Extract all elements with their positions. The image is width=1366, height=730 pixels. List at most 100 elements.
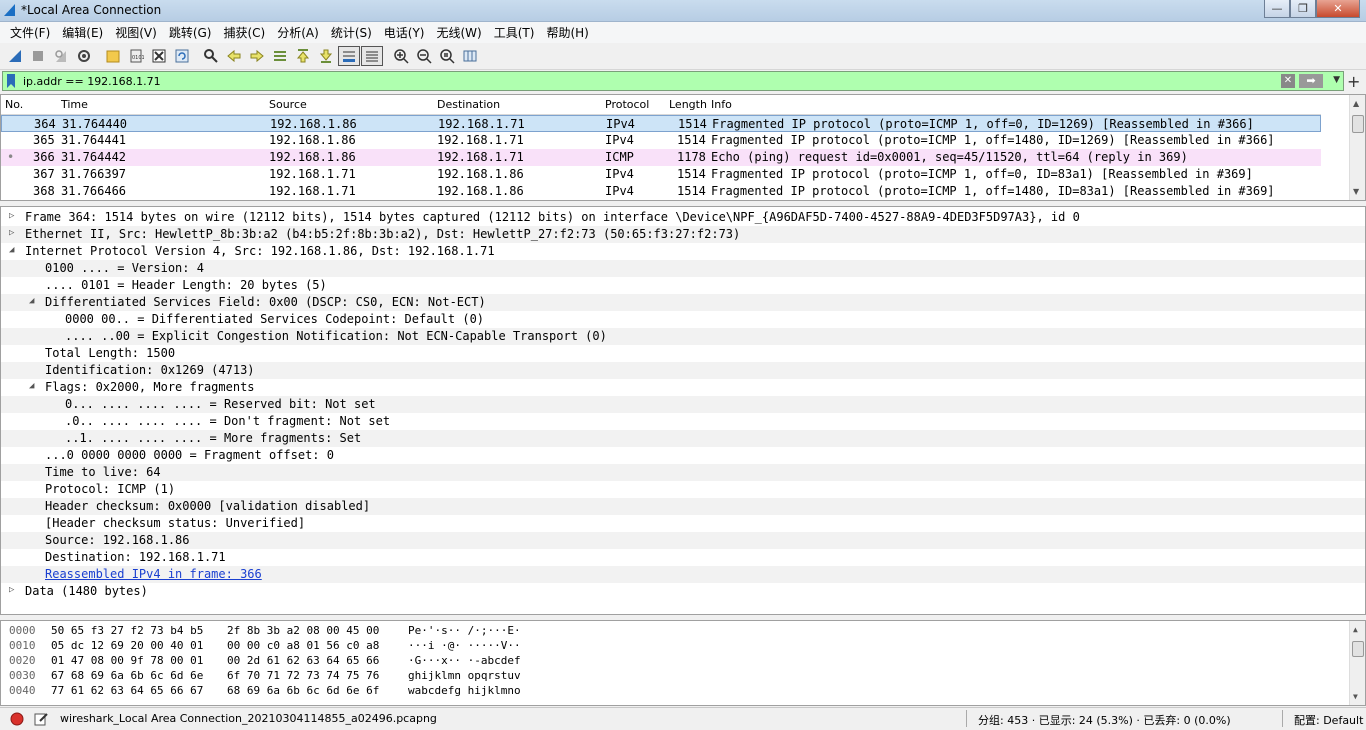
start-capture-icon[interactable] [4, 45, 26, 67]
detail-tree-item[interactable]: .... ..00 = Explicit Congestion Notifica… [1, 328, 1365, 345]
filter-bookmark-icon[interactable] [6, 74, 16, 88]
go-forward-icon[interactable] [246, 45, 268, 67]
scroll-up-icon[interactable]: ▲ [1353, 99, 1359, 108]
packet-row[interactable]: • 366 31.764442 192.168.1.86 192.168.1.7… [1, 149, 1321, 166]
zoom-in-icon[interactable] [390, 45, 412, 67]
reassembled-frame-link[interactable]: Reassembled IPv4 in frame: 366 [1, 566, 1365, 583]
hex-bytes: 00 2d 61 62 63 64 65 66 [227, 654, 380, 667]
menu-tools[interactable]: 工具(T) [488, 24, 541, 41]
resize-columns-icon[interactable] [459, 45, 481, 67]
add-filter-button[interactable]: + [1347, 72, 1360, 91]
go-last-icon[interactable] [315, 45, 337, 67]
filter-history-dropdown[interactable]: ▼ [1333, 75, 1340, 85]
close-file-icon[interactable] [148, 45, 170, 67]
zoom-normal-icon[interactable] [436, 45, 458, 67]
detail-tree-item[interactable]: .0.. .... .... .... = Don't fragment: No… [1, 413, 1365, 430]
zoom-out-icon[interactable] [413, 45, 435, 67]
detail-tree-item[interactable]: .... 0101 = Header Length: 20 bytes (5) [1, 277, 1365, 294]
hex-ascii: ghijklmn opqrstuv [408, 669, 521, 682]
scroll-up-icon[interactable]: ▲ [1353, 625, 1358, 634]
auto-scroll-icon[interactable] [338, 46, 360, 66]
display-filter-input[interactable] [23, 73, 1273, 89]
menu-view[interactable]: 视图(V) [109, 24, 163, 41]
apply-filter-button[interactable]: ➡ [1299, 74, 1323, 88]
menu-telephony[interactable]: 电话(Y) [378, 24, 431, 41]
window-title: *Local Area Connection [21, 3, 162, 17]
detail-tree-item[interactable]: ◢ Flags: 0x2000, More fragments [1, 379, 1365, 396]
column-no[interactable]: No. [5, 98, 23, 111]
packet-bytes-pane: 0000 50 65 f3 27 f2 73 b4 b5 2f 8b 3b a2… [0, 620, 1366, 706]
detail-tree-item[interactable]: Destination: 192.168.1.71 [1, 549, 1365, 566]
detail-tree-item[interactable]: ...0 0000 0000 0000 = Fragment offset: 0 [1, 447, 1365, 464]
stop-capture-icon[interactable] [27, 45, 49, 67]
save-file-icon[interactable]: 0101 [125, 45, 147, 67]
find-packet-icon[interactable] [200, 45, 222, 67]
expert-info-icon[interactable] [10, 712, 24, 726]
menu-analyze[interactable]: 分析(A) [271, 24, 325, 41]
packet-list-scrollbar[interactable]: ▲ ▼ [1349, 95, 1365, 200]
bytes-pane-scrollbar[interactable]: ▲ ▼ [1349, 621, 1365, 705]
go-first-icon[interactable] [292, 45, 314, 67]
menu-statistics[interactable]: 统计(S) [325, 24, 378, 41]
column-info[interactable]: Info [711, 98, 732, 111]
capture-options-icon[interactable] [73, 45, 95, 67]
detail-tree-item[interactable]: Protocol: ICMP (1) [1, 481, 1365, 498]
maximize-button[interactable]: ❐ [1290, 0, 1316, 18]
detail-tree-item[interactable]: Total Length: 1500 [1, 345, 1365, 362]
menu-file[interactable]: 文件(F) [4, 24, 56, 41]
column-time[interactable]: Time [61, 98, 88, 111]
detail-tree-item[interactable]: Header checksum: 0x0000 [validation disa… [1, 498, 1365, 515]
capture-comment-icon[interactable] [34, 712, 48, 726]
hex-ascii: ·G···x·· ·-abcdef [408, 654, 521, 667]
menu-bar: 文件(F) 编辑(E) 视图(V) 跳转(G) 捕获(C) 分析(A) 统计(S… [0, 22, 1366, 43]
column-protocol[interactable]: Protocol [605, 98, 649, 111]
column-source[interactable]: Source [269, 98, 307, 111]
detail-tree-item[interactable]: 0... .... .... .... = Reserved bit: Not … [1, 396, 1365, 413]
packet-row[interactable]: 365 31.764441 192.168.1.86 192.168.1.71 … [1, 132, 1321, 149]
collapse-arrow-icon[interactable]: ◢ [29, 296, 34, 306]
detail-tree-item[interactable]: [Header checksum status: Unverified] [1, 515, 1365, 532]
detail-tree-item[interactable]: 0000 00.. = Differentiated Services Code… [1, 311, 1365, 328]
column-destination[interactable]: Destination [437, 98, 500, 111]
menu-capture[interactable]: 捕获(C) [217, 24, 271, 41]
detail-tree-item[interactable]: 0100 .... = Version: 4 [1, 260, 1365, 277]
open-file-icon[interactable] [102, 45, 124, 67]
menu-go[interactable]: 跳转(G) [163, 24, 218, 41]
scroll-thumb[interactable] [1352, 115, 1364, 133]
profile-selector[interactable]: 配置: Default [1294, 712, 1363, 728]
go-back-icon[interactable] [223, 45, 245, 67]
packet-row[interactable]: 367 31.766397 192.168.1.71 192.168.1.86 … [1, 166, 1321, 183]
detail-tree-item[interactable]: ▷ Frame 364: 1514 bytes on wire (12112 bi… [1, 209, 1365, 226]
detail-tree-item[interactable]: Source: 192.168.1.86 [1, 532, 1365, 549]
scroll-down-icon[interactable]: ▼ [1353, 692, 1358, 701]
expand-arrow-icon[interactable]: ▷ [9, 228, 14, 238]
minimize-button[interactable]: — [1264, 0, 1290, 18]
detail-tree-item[interactable]: Identification: 0x1269 (4713) [1, 362, 1365, 379]
detail-tree-item[interactable]: ◢ Internet Protocol Version 4, Src: 192.1… [1, 243, 1365, 260]
menu-help[interactable]: 帮助(H) [540, 24, 594, 41]
collapse-arrow-icon[interactable]: ◢ [9, 245, 14, 255]
column-length[interactable]: Length [669, 98, 707, 111]
collapse-arrow-icon[interactable]: ◢ [29, 381, 34, 391]
detail-tree-item[interactable]: ▷ Ethernet II, Src: HewlettP_8b:3b:a2 (b4… [1, 226, 1365, 243]
packet-row[interactable]: 368 31.766466 192.168.1.71 192.168.1.86 … [1, 183, 1321, 200]
menu-wireless[interactable]: 无线(W) [431, 24, 488, 41]
menu-edit[interactable]: 编辑(E) [56, 24, 109, 41]
colorize-icon[interactable] [361, 46, 383, 66]
detail-tree-item[interactable]: Time to live: 64 [1, 464, 1365, 481]
detail-tree-item[interactable]: ◢ Differentiated Services Field: 0x00 (DS… [1, 294, 1365, 311]
detail-tree-item[interactable]: ▷ Data (1480 bytes) [1, 583, 1365, 600]
packet-info: Fragmented IP protocol (proto=ICMP 1, of… [711, 133, 1275, 147]
close-button[interactable]: ✕ [1316, 0, 1360, 18]
expand-arrow-icon[interactable]: ▷ [9, 585, 14, 595]
clear-filter-icon[interactable]: ✕ [1281, 74, 1295, 88]
hex-ascii: ···i ·@· ·····V·· [408, 639, 521, 652]
reload-file-icon[interactable] [171, 45, 193, 67]
expand-arrow-icon[interactable]: ▷ [9, 211, 14, 221]
detail-tree-item[interactable]: ..1. .... .... .... = More fragments: Se… [1, 430, 1365, 447]
packet-row[interactable]: 364 31.764440 192.168.1.86 192.168.1.71 … [1, 115, 1321, 132]
scroll-down-icon[interactable]: ▼ [1353, 187, 1359, 196]
scroll-thumb[interactable] [1352, 641, 1364, 657]
go-to-packet-icon[interactable] [269, 45, 291, 67]
restart-capture-icon[interactable] [50, 45, 72, 67]
